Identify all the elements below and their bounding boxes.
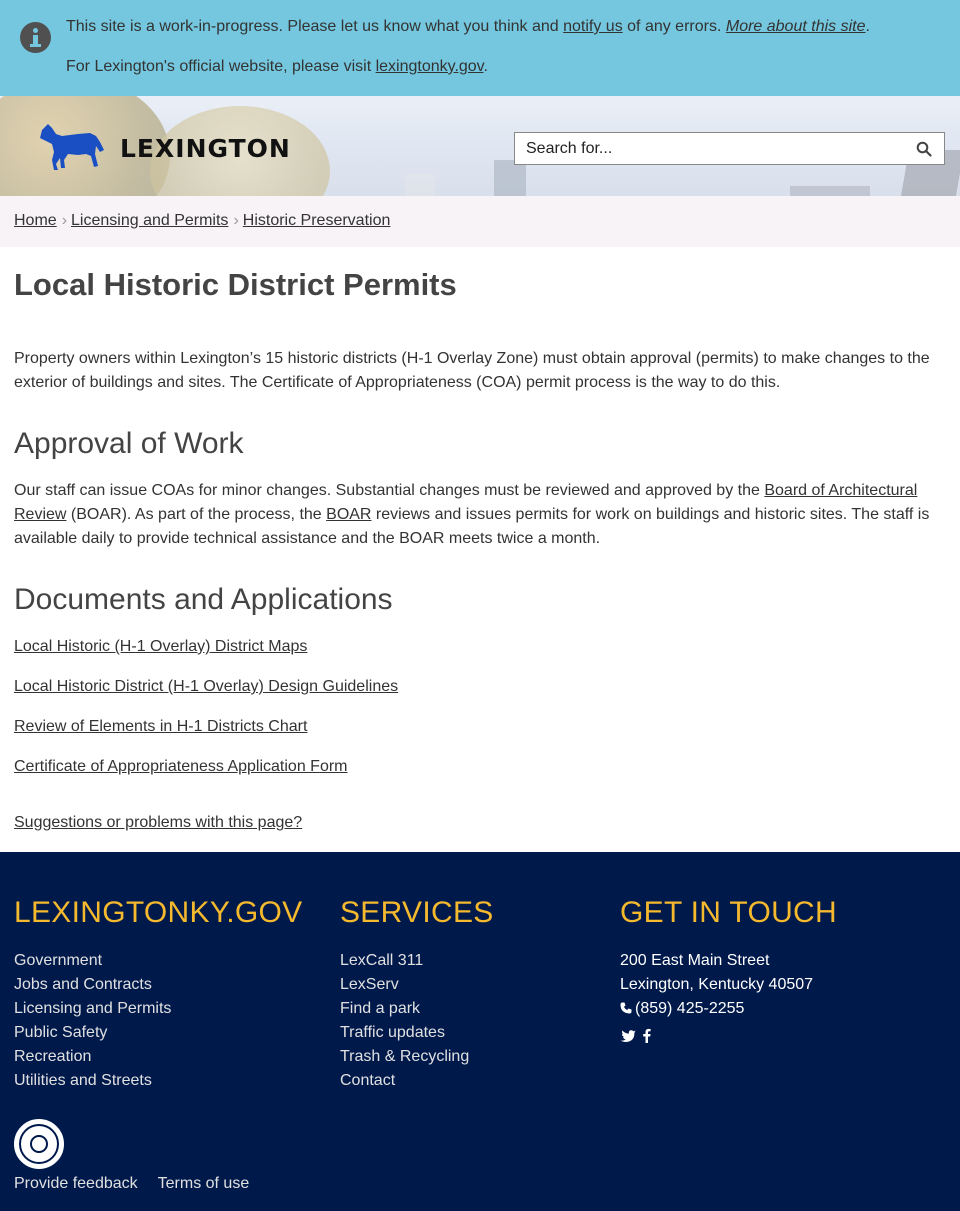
document-link-elements-chart[interactable]: Review of Elements in H-1 Districts Char… <box>14 718 307 736</box>
facebook-link[interactable] <box>642 1027 651 1051</box>
footer-link-licensing-permits[interactable]: Licensing and Permits <box>14 997 171 1021</box>
horse-logo-icon <box>40 124 104 170</box>
page-title: Local Historic District Permits <box>14 267 457 302</box>
official-site-link[interactable]: lexingtonky.gov <box>376 58 484 75</box>
footer-bottom-links: Provide feedback Terms of use <box>14 1175 269 1193</box>
footer-link-recreation[interactable]: Recreation <box>14 1045 171 1069</box>
intro-paragraph: Property owners within Lexington’s 15 hi… <box>14 350 930 391</box>
notice-banner: This site is a work-in-progress. Please … <box>0 0 960 96</box>
footer-heading-lexingtonky: LEXINGTONKY.GOV <box>14 896 303 929</box>
address-line-2: Lexington, Kentucky 40507 <box>620 976 814 993</box>
document-link-coa-form[interactable]: Certificate of Appropriateness Applicati… <box>14 758 348 776</box>
approval-heading: Approval of Work <box>14 427 244 460</box>
terms-of-use-link[interactable]: Terms of use <box>158 1175 250 1192</box>
footer-link-contact[interactable]: Contact <box>340 1069 469 1093</box>
city-seal-icon <box>14 1119 64 1169</box>
notice-line-2: For Lexington's official website, please… <box>66 58 488 75</box>
breadcrumb-separator: › <box>61 212 68 229</box>
footer-heading-services: SERVICES <box>340 896 494 929</box>
phone-number: (859) 425-2255 <box>635 1000 745 1017</box>
footer-link-utilities-streets[interactable]: Utilities and Streets <box>14 1069 171 1093</box>
breadcrumb-historic-preservation[interactable]: Historic Preservation <box>243 212 391 229</box>
footer-link-lexserv[interactable]: LexServ <box>340 973 469 997</box>
address-line-1: 200 East Main Street <box>620 952 770 969</box>
phone-line: (859) 425-2255 <box>620 997 813 1021</box>
document-link-design-guidelines[interactable]: Local Historic District (H-1 Overlay) De… <box>14 678 398 696</box>
approval-paragraph: Our staff can issue COAs for minor chang… <box>14 482 930 547</box>
social-links <box>620 1027 813 1051</box>
footer-link-find-park[interactable]: Find a park <box>340 997 469 1021</box>
footer-column-services: LexCall 311 LexServ Find a park Traffic … <box>340 949 469 1093</box>
breadcrumb-separator: › <box>233 212 239 229</box>
home-logo-link[interactable]: LEXINGTON <box>38 120 298 172</box>
footer-link-trash-recycling[interactable]: Trash & Recycling <box>340 1045 469 1069</box>
search-input[interactable] <box>515 133 905 164</box>
footer-column-lexingtonky: Government Jobs and Contracts Licensing … <box>14 949 171 1093</box>
notice-text: For Lexington's official website, please… <box>66 58 376 75</box>
site-footer: LEXINGTONKY.GOV Government Jobs and Cont… <box>0 852 960 1211</box>
notice-line-1: This site is a work-in-progress. Please … <box>66 18 870 35</box>
more-about-site-link[interactable]: More about this site <box>726 18 866 35</box>
document-link-district-maps[interactable]: Local Historic (H-1 Overlay) District Ma… <box>14 638 307 656</box>
phone-icon <box>620 1002 632 1014</box>
documents-heading: Documents and Applications <box>14 583 393 616</box>
footer-link-jobs-contracts[interactable]: Jobs and Contracts <box>14 973 171 997</box>
logo-text: LEXINGTON <box>120 134 291 163</box>
breadcrumb-licensing-permits[interactable]: Licensing and Permits <box>71 212 228 229</box>
twitter-icon <box>620 1030 636 1042</box>
notice-text: of any errors. <box>622 18 726 35</box>
notice-text: This site is a work-in-progress. Please … <box>66 18 564 35</box>
footer-link-government[interactable]: Government <box>14 949 171 973</box>
provide-feedback-link[interactable]: Provide feedback <box>14 1175 138 1192</box>
footer-link-public-safety[interactable]: Public Safety <box>14 1021 171 1045</box>
boar-link[interactable]: BOAR <box>326 506 371 523</box>
footer-link-traffic-updates[interactable]: Traffic updates <box>340 1021 469 1045</box>
page-feedback-link[interactable]: Suggestions or problems with this page? <box>14 814 302 832</box>
footer-link-lexcall[interactable]: LexCall 311 <box>340 949 469 973</box>
breadcrumb-home[interactable]: Home <box>14 212 57 229</box>
search-icon[interactable] <box>916 141 932 157</box>
footer-heading-get-in-touch: GET IN TOUCH <box>620 896 837 929</box>
facebook-icon <box>643 1028 651 1043</box>
footer-column-contact: 200 East Main Street Lexington, Kentucky… <box>620 949 813 1051</box>
info-icon <box>20 22 51 53</box>
search-box <box>514 132 945 165</box>
breadcrumb: Home › Licensing and Permits › Historic Pres… <box>0 196 960 247</box>
twitter-link[interactable] <box>620 1027 636 1051</box>
notify-us-link[interactable]: notify us <box>563 18 623 35</box>
